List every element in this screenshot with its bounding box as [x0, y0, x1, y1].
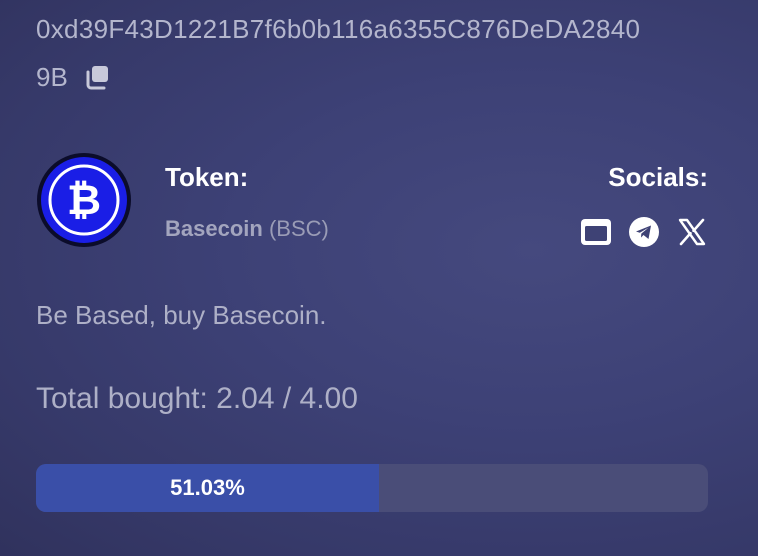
x-twitter-icon[interactable]	[676, 216, 708, 248]
socials-links	[580, 216, 708, 248]
contract-address-suffix: 9B	[36, 62, 68, 92]
svg-text:₿: ₿	[67, 176, 101, 223]
copy-icon[interactable]	[84, 64, 110, 90]
progress-bar: 51.03%	[36, 464, 708, 512]
telegram-icon[interactable]	[628, 216, 660, 248]
token-name-row: Basecoin (BSC)	[165, 216, 329, 242]
token-logo: ₿	[36, 152, 132, 248]
contract-address-row-2: 9B	[36, 60, 110, 94]
token-label: Token:	[165, 162, 249, 192]
bitcoin-icon: ₿	[37, 153, 131, 247]
contract-address: 0xd39F43D1221B7f6b0b116a6355C876DeDA2840	[36, 14, 641, 44]
progress-percent: 51.03%	[170, 475, 245, 500]
website-icon[interactable]	[580, 216, 612, 248]
socials-label: Socials:	[608, 162, 708, 192]
token-description: Be Based, buy Basecoin.	[36, 300, 327, 330]
token-name: Basecoin	[165, 216, 263, 241]
total-bought: Total bought: 2.04 / 4.00	[36, 382, 358, 415]
token-symbol: (BSC)	[268, 216, 329, 241]
